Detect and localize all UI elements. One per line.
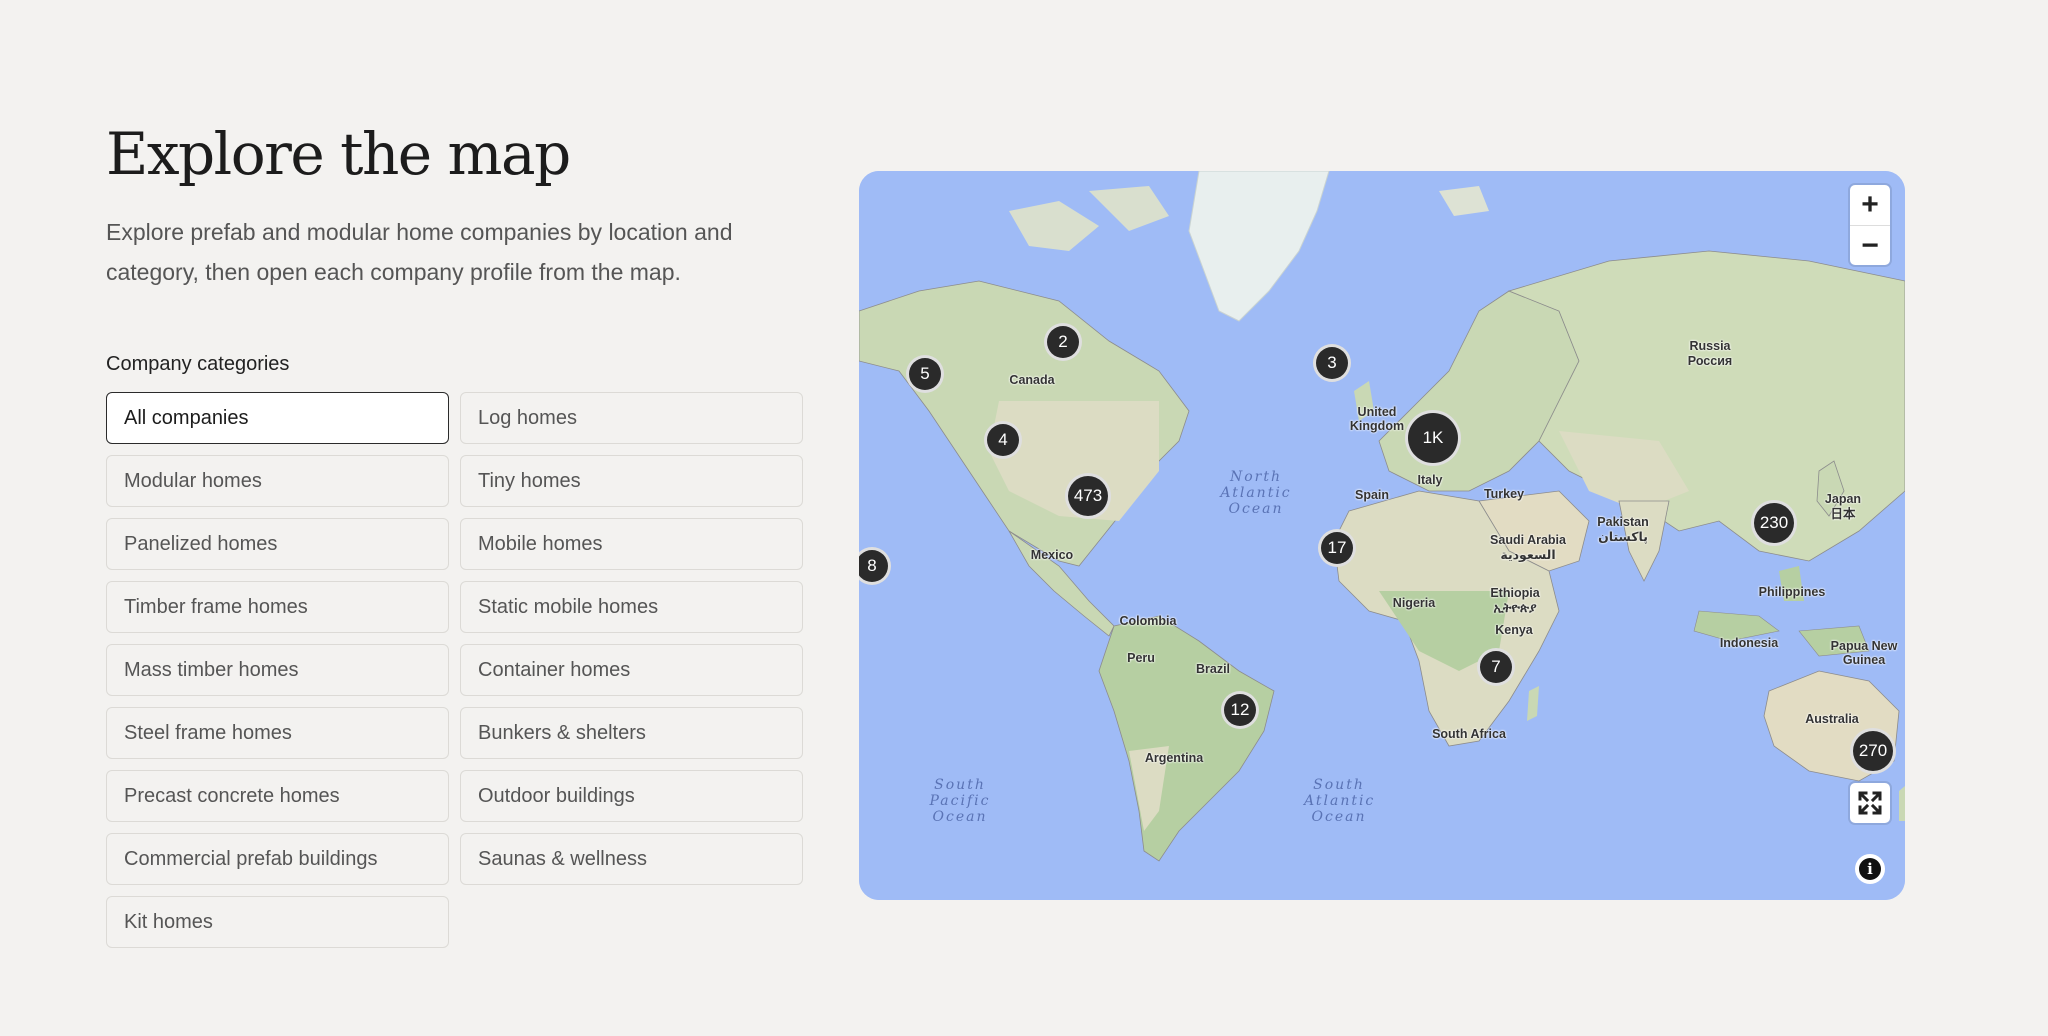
category-mobile-homes[interactable]: Mobile homes [460,518,803,570]
map-label-indonesia: Indonesia [1719,636,1779,650]
category-steel-frame-homes[interactable]: Steel frame homes [106,707,449,759]
map-label-pakistan-local: پاکستان [1598,530,1648,544]
categories-heading: Company categories [106,353,290,375]
map-cluster[interactable]: 2 [1044,323,1082,361]
category-commercial-prefab-buildings[interactable]: Commercial prefab buildings [106,833,449,885]
world-map[interactable]: Canada Mexico Colombia Peru Brazil Argen… [859,171,1905,900]
ocean-label-south-atlantic: South Atlantic Ocean [1304,777,1376,825]
category-static-mobile-homes[interactable]: Static mobile homes [460,581,803,633]
expand-icon [1858,791,1882,815]
category-outdoor-buildings[interactable]: Outdoor buildings [460,770,803,822]
map-cluster[interactable]: 270 [1850,728,1896,774]
map-label-nigeria: Nigeria [1392,596,1436,610]
category-modular-homes[interactable]: Modular homes [106,455,449,507]
ocean-label-north-atlantic: North Atlantic Ocean [1220,469,1292,517]
categories-grid: All companies Log homes Modular homes Ti… [106,392,806,948]
category-bunkers-shelters[interactable]: Bunkers & shelters [460,707,803,759]
map-cluster[interactable]: 7 [1477,648,1515,686]
map-cluster[interactable]: 4 [984,421,1022,459]
map-cluster[interactable]: 473 [1065,473,1111,519]
map-label-japan: Japan [1824,492,1862,506]
category-tiny-homes[interactable]: Tiny homes [460,455,803,507]
zoom-in-button[interactable]: + [1850,185,1890,225]
map-cluster[interactable]: 5 [906,355,944,393]
map-background [859,171,1905,900]
map-label-south-africa: South Africa [1432,727,1506,741]
map-label-russia-local: Россия [1687,354,1733,368]
category-container-homes[interactable]: Container homes [460,644,803,696]
category-all-companies[interactable]: All companies [106,392,449,444]
map-label-kenya: Kenya [1495,623,1533,637]
map-label-canada: Canada [1009,373,1055,387]
map-label-spain: Spain [1354,488,1390,502]
map-label-pakistan: Pakistan [1597,515,1649,529]
info-icon: i [1859,858,1881,880]
category-saunas-wellness[interactable]: Saunas & wellness [460,833,803,885]
map-cluster[interactable]: 17 [1318,529,1356,567]
category-timber-frame-homes[interactable]: Timber frame homes [106,581,449,633]
ocean-label-south-pacific: South Pacific Ocean [929,777,991,825]
map-label-australia: Australia [1805,712,1859,726]
category-panelized-homes[interactable]: Panelized homes [106,518,449,570]
map-label-ethiopia: Ethiopia [1490,586,1540,600]
map-label-mexico: Mexico [1030,548,1074,562]
map-cluster[interactable]: 3 [1313,344,1351,382]
map-label-brazil: Brazil [1195,662,1231,676]
category-log-homes[interactable]: Log homes [460,392,803,444]
fullscreen-button[interactable] [1850,783,1890,823]
map-label-colombia: Colombia [1119,614,1177,628]
zoom-out-button[interactable]: − [1850,225,1890,265]
category-precast-concrete-homes[interactable]: Precast concrete homes [106,770,449,822]
map-cluster[interactable]: 12 [1221,691,1259,729]
map-label-ethiopia-local: ኢትዮጵያ [1493,601,1537,615]
map-label-saudi-arabia: Saudi Arabia [1490,533,1566,547]
map-label-peru: Peru [1127,651,1155,665]
category-mass-timber-homes[interactable]: Mass timber homes [106,644,449,696]
map-label-argentina: Argentina [1144,751,1204,765]
map-label-italy: Italy [1417,473,1443,487]
map-label-saudi-arabia-local: السعودية [1500,548,1556,562]
map-label-philippines: Philippines [1758,585,1826,599]
map-label-russia: Russia [1689,339,1731,353]
map-label-japan-local: 日本 [1830,507,1856,521]
page-title: Explore the map [106,120,571,188]
map-label-united-kingdom: United Kingdom [1349,405,1405,433]
zoom-controls: + − [1850,185,1890,265]
map-label-papua-new-guinea: Papua New Guinea [1830,639,1898,667]
left-panel: Explore the map Explore prefab and modul… [106,118,806,948]
map-cluster[interactable]: 1K [1405,410,1461,466]
map-label-turkey: Turkey [1483,487,1525,501]
map-cluster[interactable]: 230 [1751,500,1797,546]
info-button[interactable]: i [1855,854,1885,884]
page-intro: Explore prefab and modular home companie… [106,219,733,285]
category-kit-homes[interactable]: Kit homes [106,896,449,948]
